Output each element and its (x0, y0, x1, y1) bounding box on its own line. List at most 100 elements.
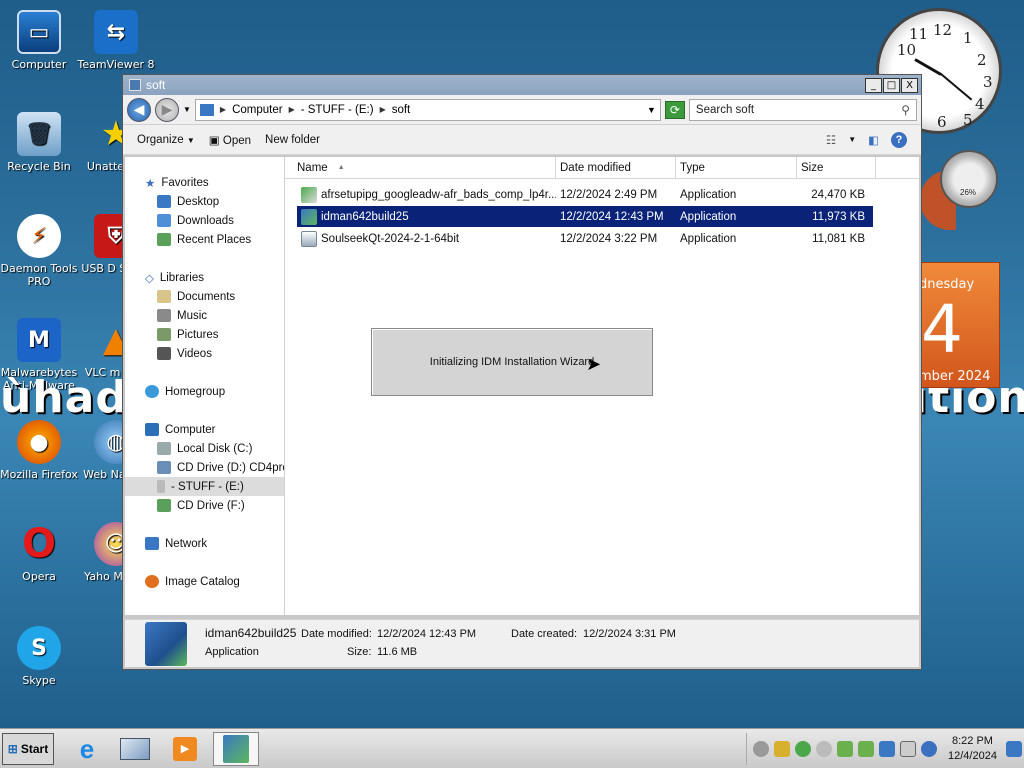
search-input[interactable]: Search soft ⚲ (688, 98, 917, 121)
nav-computer[interactable]: Computer (125, 420, 284, 439)
windows-logo-icon: ⊞ (7, 742, 18, 756)
idm-installer-icon (223, 735, 249, 763)
messenger-icon[interactable] (858, 741, 874, 757)
nav-label: Favorites (161, 176, 209, 189)
column-header-size[interactable]: Size (797, 157, 876, 178)
recent-pages-dropdown[interactable]: ▼ (183, 105, 191, 114)
nav-favorites[interactable]: ★ Favorites (125, 173, 284, 192)
window-titlebar[interactable]: soft _ □ X (123, 75, 921, 95)
security-icon[interactable] (879, 741, 895, 757)
minimize-button[interactable]: _ (865, 77, 882, 93)
nav-item-documents[interactable]: Documents (125, 287, 284, 306)
column-header-name[interactable]: Name ▲ (285, 157, 556, 178)
chevron-right-icon: ▶ (219, 105, 227, 114)
people-icon[interactable] (774, 741, 790, 757)
chevron-down-icon[interactable]: ▼ (647, 105, 656, 115)
chevron-down-icon[interactable]: ▼ (848, 135, 856, 144)
column-header-date[interactable]: Date modified (556, 157, 676, 178)
file-row[interactable]: afrsetupipg_googleadw-afr_bads_comp_lp4r… (297, 184, 873, 205)
cpu-meter-gadget[interactable]: 26% (940, 150, 998, 208)
address-toolbar: ◀ ▶ ▼ ▶ Computer ▶ - STUFF - (E:) ▶ soft… (123, 95, 921, 125)
back-button[interactable]: ◀ (127, 97, 151, 122)
firefox-icon: ● (17, 420, 61, 464)
file-size: 11,973 KB (812, 210, 865, 223)
desktop-icon-computer[interactable]: ▭ Computer (0, 10, 78, 71)
taskbar-internet-explorer[interactable]: e (64, 732, 110, 766)
nav-item-local-disk-c[interactable]: Local Disk (C:) (125, 439, 284, 458)
nav-item-music[interactable]: Music (125, 306, 284, 325)
taskbar-clock[interactable]: 8:22 PM 12/4/2024 (948, 734, 997, 764)
nav-libraries[interactable]: ◇ Libraries (125, 268, 284, 287)
no-network-icon[interactable] (921, 741, 937, 757)
clock-numeral: 6 (937, 113, 947, 131)
image-catalog-icon (145, 575, 159, 588)
nav-item-downloads[interactable]: Downloads (125, 211, 284, 230)
calendar-gadget[interactable]: dnesday 4 mber 2024 (918, 262, 1000, 388)
taskbar-explorer[interactable] (112, 732, 158, 766)
nav-item-desktop[interactable]: Desktop (125, 192, 284, 211)
nav-item-recent-places[interactable]: Recent Places (125, 230, 284, 249)
forward-button[interactable]: ▶ (155, 97, 179, 122)
computer-icon (145, 423, 159, 436)
breadcrumb-computer[interactable]: Computer (232, 104, 283, 116)
utorrent-icon[interactable] (795, 741, 811, 757)
details-date-created-label: Date created: (511, 628, 578, 640)
smiley-icon[interactable] (816, 741, 832, 757)
nav-label: Music (177, 309, 208, 322)
new-folder-button[interactable]: New folder (265, 134, 320, 146)
chat-icon[interactable] (753, 741, 769, 757)
desktop-icon-skype[interactable]: S Skype (0, 626, 78, 687)
taskbar-idm-installer[interactable] (213, 732, 259, 766)
display-icon[interactable] (900, 741, 916, 757)
nav-label: Homegroup (165, 385, 226, 398)
system-tray: 8:22 PM 12/4/2024 (746, 733, 1024, 765)
libraries-icon: ◇ (145, 272, 154, 285)
desktop-icon-daemon-tools[interactable]: ⚡ Daemon Tools PRO (0, 214, 78, 288)
nav-label: Pictures (177, 328, 219, 341)
organize-button[interactable]: Organize ▼ (137, 134, 195, 146)
mouse-cursor-icon: ➤ (586, 354, 602, 374)
address-bar[interactable]: ▶ Computer ▶ - STUFF - (E:) ▶ soft ▼ (194, 98, 661, 121)
start-button[interactable]: ⊞ Start (2, 733, 54, 765)
refresh-button[interactable]: ⟳ (664, 100, 685, 119)
nav-item-cd-drive-f[interactable]: CD Drive (F:) (125, 496, 284, 515)
nav-item-cd-drive-d[interactable]: CD Drive (D:) CD4pro. (125, 458, 284, 477)
view-options-icon[interactable]: ☷ (826, 133, 836, 147)
close-button[interactable]: X (901, 77, 918, 93)
open-button[interactable]: ▣ Open (209, 133, 251, 147)
nav-label: CD Drive (F:) (177, 499, 245, 512)
desktop-icon-firefox[interactable]: ● Mozilla Firefox (0, 420, 78, 481)
nav-item-stuff-e[interactable]: - STUFF - (E:) (125, 477, 284, 496)
nav-label: Downloads (177, 214, 234, 227)
sort-arrow-icon: ▲ (337, 164, 345, 171)
search-placeholder: Search soft (695, 103, 755, 116)
nav-image-catalog[interactable]: Image Catalog (125, 572, 284, 591)
file-row-selected[interactable]: idman642build25 12/2/2024 12:43 PM Appli… (297, 206, 873, 227)
desktop-icon-teamviewer[interactable]: ⇆ TeamViewer 8 (77, 10, 155, 71)
breadcrumb-drive[interactable]: - STUFF - (E:) (301, 104, 374, 116)
show-desktop-icon[interactable] (1005, 741, 1022, 757)
desktop-icon-label: Recycle Bin (7, 160, 71, 173)
downloads-icon (157, 214, 171, 227)
taskbar-media-player[interactable]: ▶ (162, 732, 208, 766)
desktop-icon-recycle-bin[interactable]: 🗑 Recycle Bin (0, 112, 78, 173)
desktop-icon-label: Skype (22, 674, 56, 687)
messenger-icon[interactable] (837, 741, 853, 757)
nav-homegroup[interactable]: Homegroup (125, 382, 284, 401)
desktop-icon-label: Mozilla Firefox (0, 468, 78, 481)
internet-explorer-icon: e (79, 733, 95, 764)
file-row[interactable]: SoulseekQt-2024-2-1-64bit 12/2/2024 3:22… (297, 228, 873, 249)
idm-installer-large-icon (145, 622, 187, 666)
maximize-button[interactable]: □ (883, 77, 900, 93)
breadcrumb-folder[interactable]: soft (392, 104, 411, 116)
nav-network[interactable]: Network (125, 534, 284, 553)
nav-item-videos[interactable]: Videos (125, 344, 284, 363)
clock-numeral: 10 (897, 41, 917, 59)
nav-item-pictures[interactable]: Pictures (125, 325, 284, 344)
help-icon[interactable]: ? (891, 131, 907, 148)
column-header-type[interactable]: Type (676, 157, 797, 178)
preview-pane-icon[interactable]: ◧ (868, 133, 879, 147)
desktop-icon-opera[interactable]: O Opera (0, 521, 78, 583)
computer-small-icon (199, 103, 214, 116)
teamviewer-icon: ⇆ (94, 10, 138, 54)
